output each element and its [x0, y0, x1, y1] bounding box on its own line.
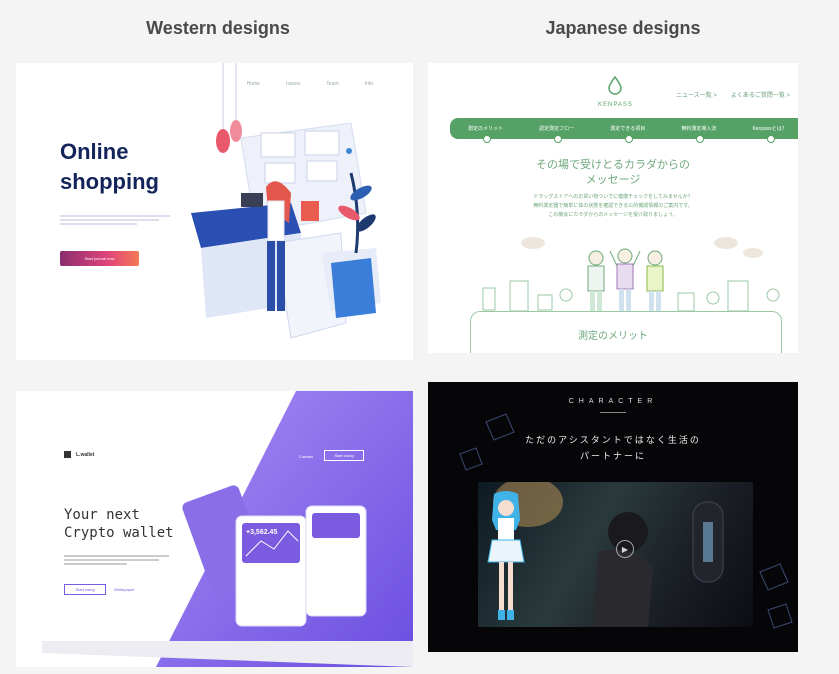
news-link[interactable]: ニュース一覧 > — [676, 90, 717, 99]
kenpass-headline: その場で受けとるカラダからの メッセージ — [536, 159, 690, 186]
start-using-button[interactable]: Start using — [64, 584, 106, 595]
crypto-desc-placeholder — [64, 553, 169, 567]
kenpass-footer-label: 測定のメリット — [578, 331, 648, 342]
menu-item[interactable]: Kenpassとは？ — [752, 125, 787, 143]
menu-item[interactable]: 測定のメリット — [468, 125, 503, 143]
kenpass-menu: 測定のメリット 認定測定フロー 測定できる項目 無料測定導入法 Kenpassと… — [450, 118, 798, 143]
menu-item[interactable]: 無料測定導入法 — [681, 125, 716, 143]
shopping-illustration — [191, 63, 381, 339]
top-start-button[interactable]: Start using — [324, 450, 364, 461]
whitepaper-link[interactable]: Whitepaper — [114, 587, 134, 592]
contact-link[interactable]: Contact — [299, 454, 313, 459]
faq-link[interactable]: よくあるご質問一覧 > — [731, 90, 790, 99]
kenpass-design: KENPASS ニュース一覧 > よくあるご質問一覧 > 測定のメリット 認定測… — [428, 63, 798, 353]
drop-icon — [608, 75, 623, 95]
kenpass-logo: KENPASS — [598, 75, 633, 108]
town-illustration — [482, 237, 780, 313]
kenpass-body: ドラッグストアへのお買い物ついでに健康チェックをしてみませんか？ 無料測定器で簡… — [533, 194, 693, 218]
japanese-heading: Japanese designs — [545, 18, 701, 38]
crypto-title: Your next Crypto wallet — [64, 507, 174, 541]
start-button[interactable]: Start journal now — [60, 251, 139, 266]
balance-label: +3,562.45 — [246, 529, 278, 536]
menu-item[interactable]: 認定測定フロー — [539, 125, 574, 143]
shopping-desc-placeholder — [60, 213, 170, 227]
menu-item[interactable]: 測定できる項目 — [610, 125, 645, 143]
play-icon[interactable]: ▶ — [616, 540, 634, 558]
wallet-logo-icon — [64, 451, 71, 458]
western-heading: Western designs — [146, 18, 290, 38]
kenpass-top-links: ニュース一覧 > よくあるご質問一覧 > — [676, 90, 790, 99]
crypto-wallet-design: L.wallet Contact Start using Your next C… — [16, 391, 413, 667]
character-design: CHARACTER ただのアシスタントではなく生活の パートナーに ▶ — [428, 382, 798, 652]
anime-character — [487, 491, 525, 620]
online-shopping-design: Home Issues Team Info Online shopping St… — [16, 63, 413, 360]
wallet-logo: L.wallet — [64, 451, 94, 459]
